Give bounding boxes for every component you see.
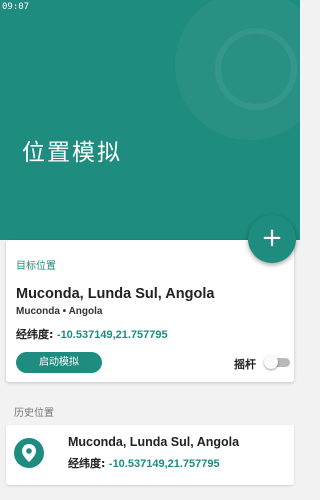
target-section-label: 目标位置 <box>16 261 56 272</box>
history-list-item[interactable]: Muconda, Lunda Sul, Angola 经纬度: -10.5371… <box>6 425 294 485</box>
header-decoration-ring <box>215 28 297 110</box>
target-coordinates: 经纬度: -10.537149,21.757795 <box>16 326 168 342</box>
coord-label: 经纬度: <box>16 328 54 341</box>
joystick-label: 摇杆 <box>234 358 256 371</box>
target-place-subtitle: Muconda • Angola <box>16 306 103 317</box>
app-header: 09:07 位置模拟 <box>0 0 300 240</box>
coord-value: -10.537149,21.757795 <box>56 329 168 341</box>
history-place-name: Muconda, Lunda Sul, Angola <box>68 435 240 449</box>
start-simulation-button[interactable]: 启动模拟 <box>16 352 102 373</box>
history-coordinates: 经纬度: -10.537149,21.757795 <box>68 455 220 471</box>
plus-icon: + <box>261 223 283 253</box>
joystick-toggle[interactable] <box>264 355 290 369</box>
coord-value: -10.537149,21.757795 <box>108 458 220 470</box>
toggle-thumb <box>264 355 278 369</box>
add-location-button[interactable]: + <box>248 215 296 263</box>
target-place-name: Muconda, Lunda Sul, Angola <box>16 286 215 302</box>
page-title: 位置模拟 <box>22 140 122 166</box>
status-bar-time: 09:07 <box>2 2 30 12</box>
location-pin-icon <box>14 438 44 468</box>
history-section-label: 历史位置 <box>14 408 54 419</box>
coord-label: 经纬度: <box>68 457 106 470</box>
target-location-card: 目标位置 Muconda, Lunda Sul, Angola Muconda … <box>6 240 294 382</box>
